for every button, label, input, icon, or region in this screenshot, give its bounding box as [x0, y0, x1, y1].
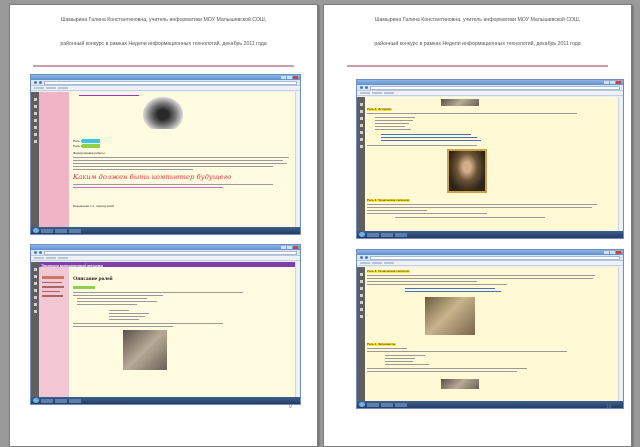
mechanical-calculator-photo — [123, 330, 167, 370]
address-bar — [44, 250, 297, 255]
role-writers-label: Роль 3. Технические писатели. — [367, 269, 410, 274]
page-number-left: 9 — [289, 404, 292, 410]
header-event-line: районный конкурс в рамках Недели информа… — [374, 41, 581, 47]
portrait-photo — [447, 149, 487, 193]
header-rule — [33, 65, 294, 67]
sidebar-pink — [39, 92, 69, 227]
address-bar — [370, 255, 620, 260]
role-writers-label: Роль 3. Технические писатели. — [367, 198, 410, 203]
close-icon — [293, 76, 298, 79]
browser-screenshot-economists: Роль 3. Технические писатели. Роль 4. Эк… — [356, 249, 624, 409]
back-icon — [360, 256, 363, 259]
back-icon — [34, 251, 37, 254]
header-rule — [347, 65, 608, 67]
machine-photo — [143, 97, 183, 129]
taskbar — [31, 397, 300, 404]
footer-photo — [441, 379, 479, 389]
taskbar — [357, 231, 623, 238]
browser-screenshot-evolution: Эволюция компьютерной техники Описание р… — [30, 244, 301, 405]
footer-note: Рецензентам: 1.1 - переход ролей — [73, 205, 114, 208]
forward-icon — [365, 256, 368, 259]
document-page-right: Шамырина Галина Константиновна, учитель … — [323, 4, 632, 447]
page-number-right: 10 — [606, 404, 612, 410]
role-label-1: Роль 1 — [73, 139, 83, 143]
forward-icon — [39, 251, 42, 254]
slogan-text: Каким должен быть компьютер будущего — [73, 173, 232, 181]
browser-screenshot-historians: Роль 2. Историки. Роль 3. Технические пи… — [356, 79, 624, 239]
back-icon — [34, 81, 37, 84]
header-author-line: Шамырина Галина Константиновна, учитель … — [60, 17, 267, 23]
close-icon — [293, 246, 298, 249]
address-bar — [44, 80, 297, 85]
header-author-line: Шамырина Галина Константиновна, учитель … — [374, 17, 581, 23]
site-banner: Эволюция компьютерной техники — [41, 262, 103, 268]
role-label-2: Роль 2 — [73, 144, 83, 148]
role-economists-label: Роль 4. Экономисты. — [367, 342, 397, 347]
start-icon — [33, 228, 39, 233]
close-icon — [616, 81, 621, 84]
browser-screenshot-roles: Роль 1 Роль 2 Формулировка работы: Каким… — [30, 74, 301, 235]
start-icon — [359, 402, 365, 407]
forward-icon — [39, 81, 42, 84]
taskbar — [31, 227, 300, 234]
back-icon — [360, 86, 363, 89]
header-event-line: районный конкурс в рамках Недели информа… — [60, 41, 267, 47]
page-content: Роль 1 Роль 2 Формулировка работы: Каким… — [69, 92, 295, 227]
page-content: Роль 2. Историки. Роль 3. Технические пи… — [365, 97, 618, 231]
forward-icon — [365, 86, 368, 89]
task-heading: Формулировка работы: — [73, 151, 106, 155]
taskbar — [357, 401, 623, 408]
start-icon — [33, 398, 39, 403]
sidebar-links — [39, 262, 69, 397]
role-historians-label: Роль 2. Историки. — [367, 107, 392, 112]
start-icon — [359, 232, 365, 237]
address-bar — [370, 85, 620, 90]
historic-computer-photo — [425, 297, 475, 335]
page-content: Роль 3. Технические писатели. Роль 4. Эк… — [365, 267, 618, 401]
document-page-left: Шамырина Галина Константиновна, учитель … — [9, 4, 318, 447]
close-icon — [616, 251, 621, 254]
roles-title: Описание ролей — [73, 276, 113, 282]
page-content: Эволюция компьютерной техники Описание р… — [39, 262, 295, 397]
header-photo — [441, 99, 479, 106]
